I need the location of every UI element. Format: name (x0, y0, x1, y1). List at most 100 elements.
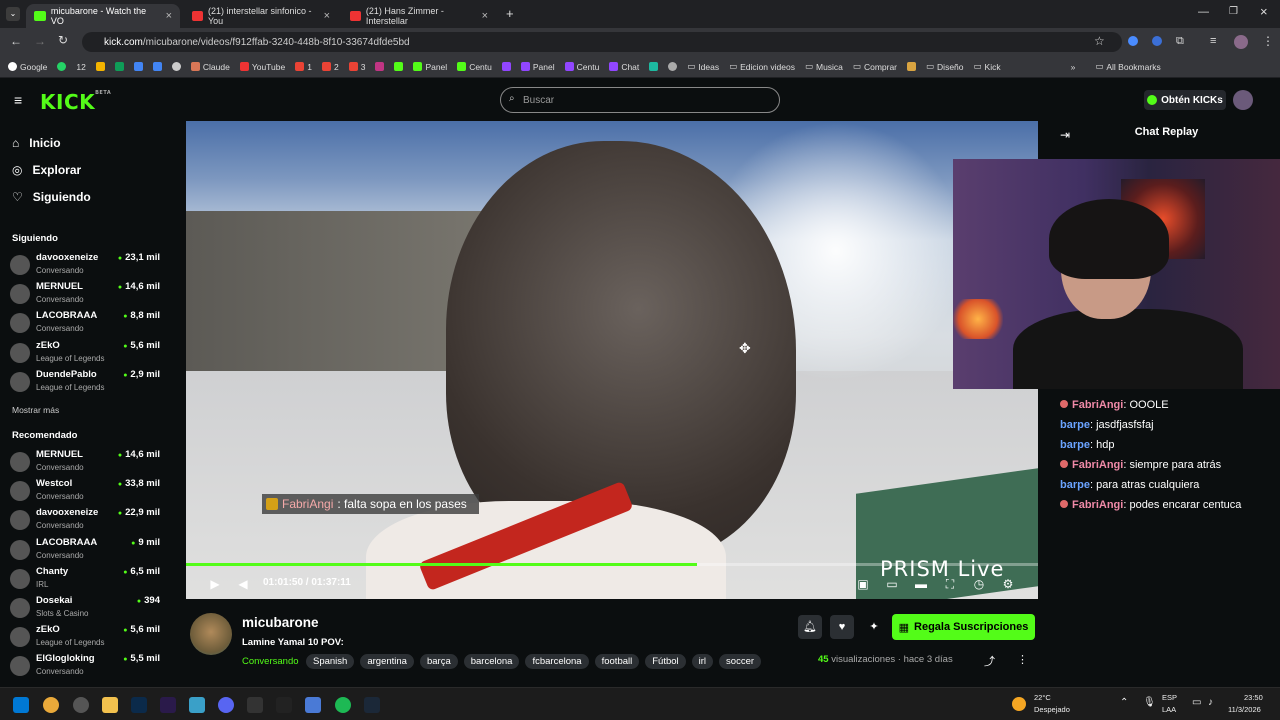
tag-chip[interactable]: argentina (360, 654, 414, 669)
tag-chip[interactable]: irl (691, 654, 714, 669)
notepad-icon[interactable] (189, 697, 205, 713)
close-icon[interactable]: × (324, 10, 330, 22)
back-icon[interactable]: ← (10, 34, 22, 48)
tag-chip[interactable]: barcelona (463, 654, 520, 669)
tab-kick[interactable]: micubarone - Watch the VO × (26, 4, 180, 28)
category-link[interactable]: Conversando (242, 656, 299, 667)
windows-start-icon[interactable] (13, 697, 29, 713)
bookmark-calendar[interactable] (152, 62, 162, 71)
bookmark-google[interactable]: Google (8, 62, 47, 72)
microphone-icon[interactable]: 🎙︎ (1143, 697, 1156, 708)
file-explorer-icon[interactable] (102, 697, 118, 713)
app-icon[interactable] (305, 697, 321, 713)
capcut-icon[interactable] (276, 697, 292, 713)
tab-search-icon[interactable]: ⌄ (6, 7, 20, 21)
sidebar-channel-recommended[interactable]: ElGlogloking Conversando 5,5 mil (10, 652, 160, 680)
extension-icon[interactable] (1128, 36, 1138, 46)
network-icon[interactable]: ▭ (1192, 697, 1201, 708)
bookmark-2[interactable]: 2 (321, 62, 339, 72)
media-control-icon[interactable]: ≡ (1210, 35, 1216, 47)
chat-username[interactable]: barpe (1060, 419, 1090, 431)
close-icon[interactable]: × (482, 10, 488, 22)
chat-username[interactable]: FabriAngi (1072, 499, 1123, 511)
bookmark-instagram[interactable] (375, 62, 385, 71)
chrome-icon[interactable] (43, 697, 59, 713)
bookmark-ext-2[interactable] (668, 62, 678, 71)
discord-icon[interactable] (218, 697, 234, 713)
bookmark-chat[interactable]: Chat (609, 62, 639, 72)
premiere-icon[interactable] (160, 697, 176, 713)
bookmark-openai[interactable] (171, 62, 181, 71)
bookmark-panel-2[interactable]: Panel (520, 62, 555, 72)
video-player[interactable]: FabriAngi : falta sopa en los pases PRIS… (186, 121, 1038, 599)
spotify-icon[interactable] (335, 697, 351, 713)
video-progress-bar[interactable] (186, 563, 1038, 566)
speaker-icon[interactable]: ♪ (1208, 697, 1213, 708)
more-options-icon[interactable]: ⋮ (1017, 653, 1028, 666)
new-tab-icon[interactable]: + (506, 6, 514, 21)
bookmark-star-icon[interactable]: ☆ (1094, 34, 1105, 48)
tag-chip[interactable]: barça (419, 654, 458, 669)
clip-icon[interactable]: ▭ (885, 577, 899, 591)
nav-explorar[interactable]: ◎ Explorar (12, 163, 81, 177)
bookmark-folder-musica[interactable]: ▭ Musica (805, 61, 843, 72)
bookmark-ext-1[interactable] (649, 62, 659, 71)
sidebar-channel-following[interactable]: MERNUEL Conversando 14,6 mil (10, 280, 160, 308)
volume-icon[interactable]: ◀ (236, 577, 250, 591)
user-avatar[interactable] (1233, 90, 1253, 110)
chat-username[interactable]: barpe (1060, 439, 1090, 451)
bookmark-1[interactable]: 1 (295, 62, 312, 72)
bookmark-panel[interactable]: Panel (413, 62, 447, 72)
weather-temp[interactable]: 22°C (1034, 693, 1051, 702)
theater-icon[interactable]: ▬ (914, 577, 928, 591)
settings-gear-icon[interactable]: ⚙ (1001, 577, 1015, 591)
clock-date[interactable]: 11/3/2026 (1228, 705, 1261, 714)
bookmark-folder-ideas[interactable]: ▭ Ideas (687, 61, 719, 72)
sidebar-channel-recommended[interactable]: davooxeneize Conversando 22,9 mil (10, 506, 160, 534)
bookmark-12[interactable]: 12 (76, 62, 85, 72)
bookmark-claude[interactable]: Claude (190, 62, 230, 72)
fullscreen-icon[interactable]: ⛶ (943, 577, 957, 591)
sidebar-channel-recommended[interactable]: Westcol Conversando 33,8 mil (10, 477, 160, 505)
sidebar-channel-recommended[interactable]: MERNUEL Conversando 14,6 mil (10, 448, 160, 476)
bookmark-kick[interactable] (394, 62, 404, 71)
bookmark-twitch[interactable] (501, 62, 511, 71)
clock-time[interactable]: 23:50 (1244, 693, 1263, 702)
kick-logo[interactable]: KICKBETA (40, 90, 111, 114)
sidebar-channel-following[interactable]: DuendePablo League of Legends 2,9 mil (10, 368, 160, 396)
url-field[interactable]: kick.com/micubarone/videos/f912ffab-3240… (82, 32, 1122, 52)
tag-chip[interactable]: soccer (719, 654, 762, 669)
weather-desc[interactable]: Despejado (1034, 705, 1070, 714)
bookmark-youtube[interactable]: YouTube (239, 62, 285, 72)
sidebar-channel-following[interactable]: davooxeneize Conversando 23,1 mil (10, 251, 160, 279)
channel-name[interactable]: micubarone (242, 615, 319, 630)
follow-heart-icon[interactable]: ♥ (830, 615, 854, 639)
bookmark-centu[interactable]: Centu (457, 62, 492, 72)
bookmark-folder-edicion[interactable]: ▭ Edicion videos (729, 61, 795, 72)
bookmark-folder-kick[interactable]: ▭ Kick (974, 61, 1001, 72)
bookmark-drive[interactable] (95, 62, 105, 71)
hamburger-menu-icon[interactable]: ≡ (14, 92, 22, 108)
bookmark-folder-comprar[interactable]: ▭ Comprar (853, 61, 897, 72)
obs-icon[interactable] (73, 697, 89, 713)
show-more-link[interactable]: Mostrar más (12, 405, 59, 415)
minimize-icon[interactable]: — (1198, 6, 1209, 18)
sidebar-channel-following[interactable]: zEkO League of Legends 5,6 mil (10, 339, 160, 367)
window-close-icon[interactable]: × (1260, 4, 1268, 19)
nav-siguiendo[interactable]: ♡ Siguiendo (12, 190, 91, 204)
extensions-puzzle-icon[interactable]: ⧉ (1176, 35, 1184, 48)
restore-icon[interactable]: ❐ (1229, 6, 1238, 17)
channel-avatar[interactable] (190, 613, 232, 655)
sidebar-channel-recommended[interactable]: Dosekai Slots & Casino 394 (10, 594, 160, 622)
extension-icon[interactable] (1152, 36, 1162, 46)
tray-chevron-icon[interactable]: ⌃ (1120, 697, 1128, 708)
more-bookmarks-icon[interactable]: » (1071, 62, 1076, 72)
sidebar-channel-following[interactable]: LACOBRAAA Conversando 8,8 mil (10, 309, 160, 337)
chat-username[interactable]: FabriAngi (1072, 459, 1123, 471)
sidebar-channel-recommended[interactable]: zEkO League of Legends 5,6 mil (10, 623, 160, 651)
bookmark-ext-3[interactable] (907, 62, 917, 71)
forward-icon[interactable]: → (34, 34, 46, 48)
bookmark-docs[interactable] (133, 62, 143, 71)
chat-username[interactable]: barpe (1060, 479, 1090, 491)
all-bookmarks[interactable]: ▭ All Bookmarks (1095, 61, 1160, 72)
